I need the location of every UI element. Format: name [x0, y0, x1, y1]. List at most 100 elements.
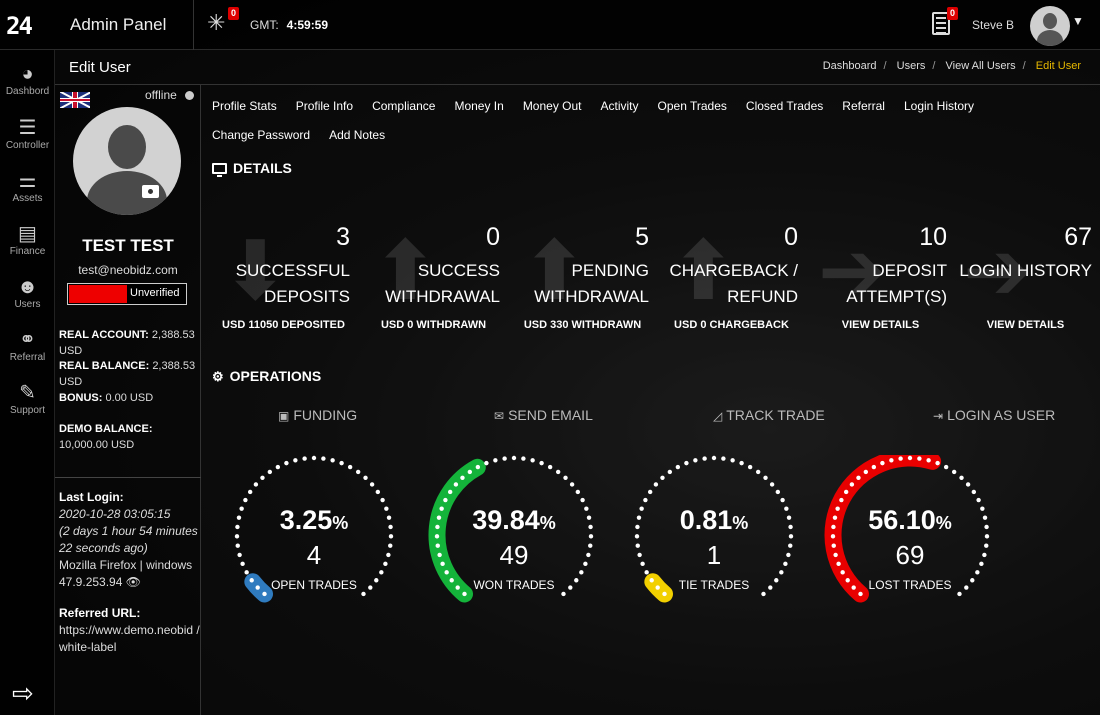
side-nav: ◕ Dashbord ☰ Controller ⚌ Assets ▤ Finan… [0, 50, 55, 715]
funding-button[interactable]: ▣ FUNDING [278, 407, 357, 423]
controller-icon: ☰ [18, 117, 37, 139]
gauge-percent: 39.84% [424, 505, 604, 536]
view-details-link[interactable]: VIEW DETAILS [953, 319, 1098, 331]
gauge-dot [253, 482, 259, 487]
gauge-caption: TIE TRADES [678, 578, 750, 592]
tab-money-out[interactable]: Money Out [523, 92, 582, 121]
chevron-down-icon[interactable]: ▼ [1072, 14, 1084, 28]
gauge-dot [569, 482, 575, 487]
gauge-dot [369, 482, 375, 487]
percent-sign: % [732, 513, 749, 533]
sidebar-item-users[interactable]: ☻ Users [0, 275, 55, 310]
uk-flag-icon [60, 92, 90, 108]
notifications-icon[interactable]: ✳ [207, 12, 225, 34]
gauge-dot [339, 460, 344, 466]
add-user-icon: ☻ [16, 276, 39, 298]
tab-referral[interactable]: Referral [842, 92, 885, 121]
sidebar-item-support[interactable]: ✎ Support [0, 381, 55, 416]
breadcrumb-view-all-users[interactable]: View All Users [946, 60, 1016, 72]
last-login-label: Last Login: [59, 490, 124, 504]
tab-money-in[interactable]: Money In [454, 92, 503, 121]
gauge-dot [739, 460, 744, 466]
track-trade-button[interactable]: ◿ TRACK TRADE [713, 407, 825, 423]
gauge-dot [521, 456, 526, 461]
send-email-label: SEND EMAIL [508, 407, 593, 423]
gauge-ring [824, 455, 990, 603]
breadcrumb: Dashboard / Users / View All Users / Edit U… [822, 60, 1081, 72]
sidebar-item-label: Finance [9, 246, 46, 257]
sidebar-item-referral[interactable]: ⚭ Referral [0, 328, 55, 363]
referred-url-label: Referred URL: [59, 606, 141, 620]
stat-sub: USD 0 WITHDRAWN [380, 319, 487, 331]
stat-success-withdrawal: ⬆ 0 SUCCESS WITHDRAWAL USD 0 WITHDRAWN [361, 223, 506, 343]
page-header: Edit User Dashboard / Users / View All Use… [55, 50, 1100, 85]
sign-in-icon: ⇥ [933, 409, 944, 423]
sidebar-item-controller[interactable]: ☰ Controller [0, 116, 55, 151]
camera-icon[interactable] [142, 185, 159, 198]
gmt-label: GMT: [250, 18, 279, 32]
tab-profile-stats[interactable]: Profile Stats [212, 92, 277, 121]
view-details-link[interactable]: VIEW DETAILS [808, 319, 953, 331]
gauge-dot [660, 475, 665, 480]
tab-closed-trades[interactable]: Closed Trades [746, 92, 823, 121]
gauge-dot [935, 460, 940, 466]
sidebar-item-dashboard[interactable]: ◕ Dashbord [0, 62, 55, 97]
login-as-user-button[interactable]: ⇥ LOGIN AS USER [933, 407, 1055, 423]
verification-bar [69, 285, 127, 303]
gauge-percent-value: 39.84 [472, 505, 540, 535]
gauge-dot [965, 482, 971, 487]
tab-open-trades[interactable]: Open Trades [658, 92, 727, 121]
tab-profile-info[interactable]: Profile Info [296, 92, 353, 121]
tab-login-history[interactable]: Login History [904, 92, 974, 121]
gauge-dot [843, 489, 849, 495]
real-balance-label: REAL BALANCE: [59, 360, 150, 372]
gauge-dot [780, 497, 785, 503]
browser-info: Mozilla Firefox | windows [59, 558, 193, 572]
operations-title: OPERATIONS [229, 368, 322, 384]
sidebar-item-finance[interactable]: ▤ Finance [0, 222, 55, 257]
sidebar-item-assets[interactable]: ⚌ Assets [0, 169, 55, 204]
gauge-count: 1 [706, 540, 722, 570]
gauge-dot [580, 497, 585, 503]
user-name[interactable]: Steve B [972, 18, 1014, 32]
referred-url[interactable]: https://www.demo.neobid /white-label [59, 623, 200, 654]
tab-activity[interactable]: Activity [601, 92, 639, 121]
breadcrumb-users[interactable]: Users [897, 60, 926, 72]
gauge-dot [898, 456, 903, 461]
top-divider [193, 0, 194, 50]
gauge-dot [711, 455, 717, 461]
gauge-dot [761, 591, 766, 597]
stat-value: 3 [336, 223, 350, 251]
gauge-dot [321, 456, 326, 461]
breadcrumb-dashboard[interactable]: Dashboard [823, 60, 877, 72]
user-avatar[interactable] [1030, 6, 1070, 46]
gauge-dot [462, 591, 467, 597]
send-email-button[interactable]: ✉ SEND EMAIL [494, 407, 593, 423]
gauge-dot [511, 455, 517, 461]
tab-change-password[interactable]: Change Password [212, 121, 310, 150]
gauge-dot [971, 489, 977, 495]
percent-sign: % [332, 513, 349, 533]
verification-status[interactable]: Unverified [67, 283, 187, 305]
main-content: Profile Stats Profile Info Compliance Money… [201, 85, 1100, 715]
gauge-caption: LOST TRADES [868, 578, 952, 592]
stat-value: 67 [1064, 223, 1092, 251]
last-login-info: Last Login: 2020-10-28 03:05:15 (2 days … [59, 489, 201, 656]
eye-icon[interactable]: 👁 [126, 575, 141, 589]
brand-logo[interactable]: 24 [6, 12, 33, 40]
profile-avatar [73, 107, 181, 215]
tab-compliance[interactable]: Compliance [372, 92, 435, 121]
demo-balance-label: DEMO BALANCE: [59, 423, 153, 435]
gears-icon: ⚙ [212, 369, 224, 384]
tab-add-notes[interactable]: Add Notes [329, 121, 385, 150]
gauge-dot [453, 482, 459, 487]
logout-icon[interactable]: ⇨ [12, 678, 34, 709]
operations-heading: ⚙ OPERATIONS [212, 368, 321, 385]
stat-label: SUCCESS WITHDRAWAL [385, 261, 500, 306]
gauge-count: 4 [306, 540, 322, 570]
status-dot-icon [185, 91, 194, 100]
real-balance: REAL BALANCE: 2,388.53 USD [59, 358, 199, 390]
online-status: offline [145, 88, 177, 102]
gauge-dot [667, 469, 673, 475]
gauge-dot [302, 456, 307, 461]
